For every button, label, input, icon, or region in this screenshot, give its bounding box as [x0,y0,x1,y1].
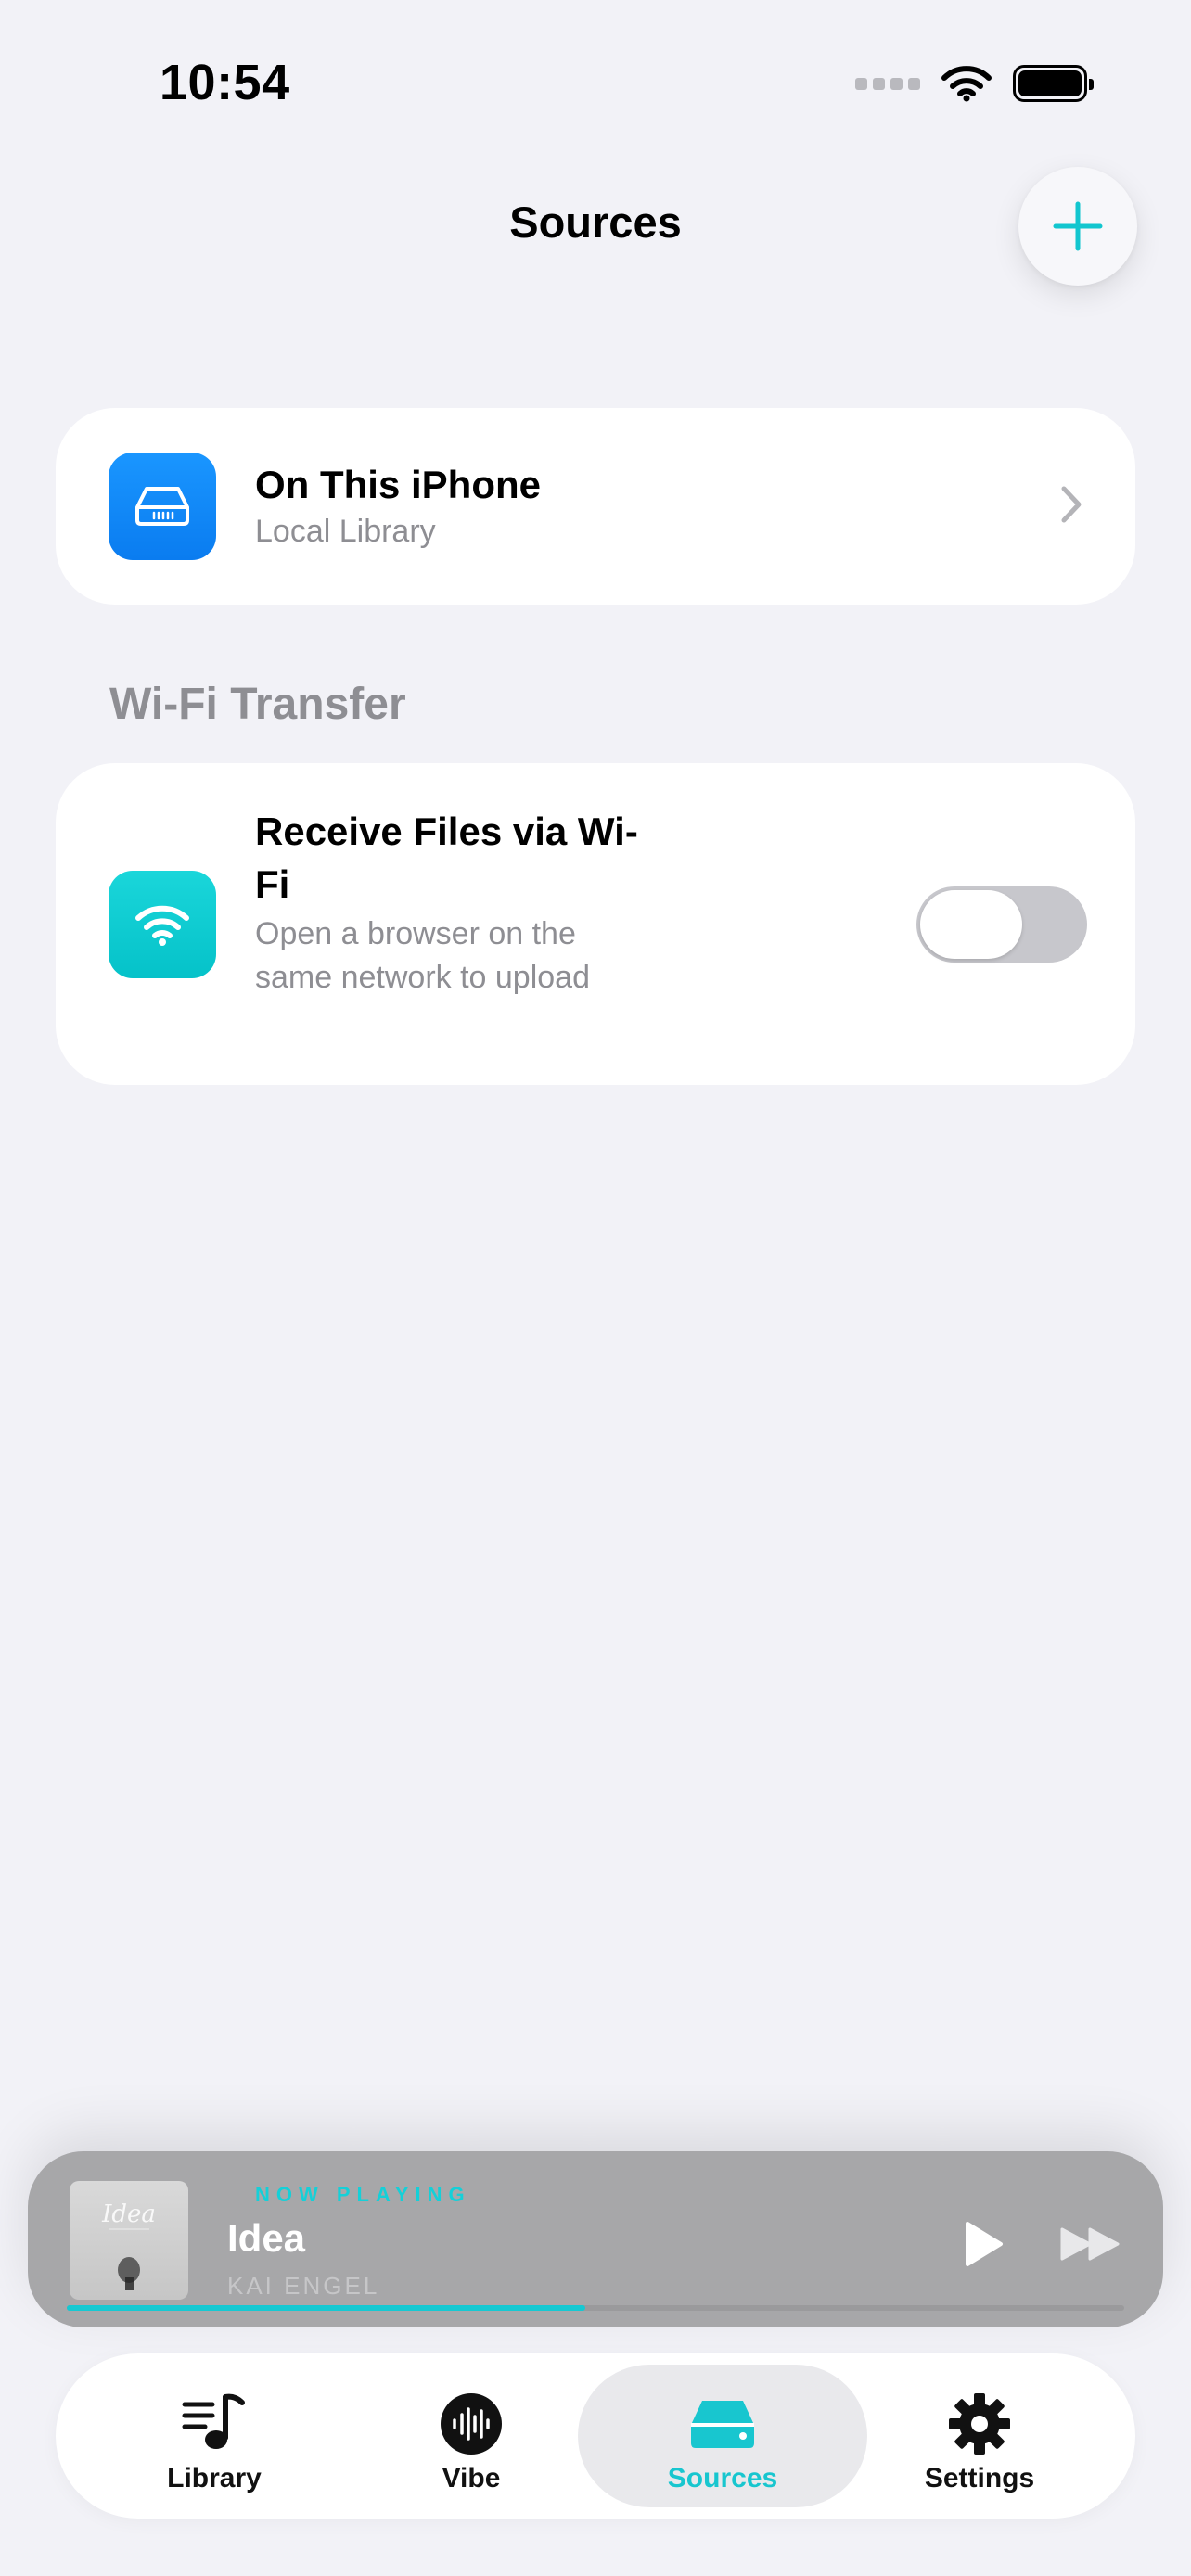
svg-text:Idea: Idea [101,2200,156,2228]
tab-settings-label: Settings [924,2463,1035,2493]
playback-progress-bar[interactable] [67,2305,1124,2311]
wifi-icon [135,905,189,946]
local-library-title: On This iPhone [255,463,542,506]
tab-bar: Library Vibe Sources Settings [56,2353,1135,2519]
status-icons [855,65,1094,102]
tab-sources-label: Sources [667,2463,778,2493]
plus-icon [1053,201,1103,251]
waveform-icon [441,2393,502,2455]
wifi-transfer-toggle[interactable] [916,886,1087,963]
play-icon [966,2222,1003,2266]
wifi-icon-tile [109,871,216,978]
skip-forward-button[interactable] [1054,2221,1128,2267]
status-time: 10:54 [160,55,290,110]
play-button[interactable] [955,2216,1011,2272]
tab-library-label: Library [167,2463,262,2493]
drive-icon [135,487,189,526]
local-library-row[interactable]: On This iPhone Local Library [56,408,1135,605]
playback-progress-fill [67,2305,585,2311]
local-library-icon-tile [109,453,216,560]
music-library-icon [182,2393,245,2449]
mini-player[interactable]: Idea NOW PLAYING Idea KAI ENGEL [28,2151,1163,2327]
tab-settings[interactable]: Settings [835,2365,1124,2507]
wifi-transfer-subtitle: Open a browser on the same network to up… [255,916,590,995]
drive-icon [691,2401,754,2448]
toggle-knob [920,890,1022,959]
page-title: Sources [509,198,682,247]
screen: 10:54 Sources On This iPhone Local Libra… [0,0,1191,2576]
local-library-subtitle: Local Library [255,514,436,549]
tab-vibe[interactable]: Vibe [327,2365,616,2507]
battery-icon [1013,65,1094,102]
wifi-status-icon [941,66,992,102]
tab-library[interactable]: Library [70,2365,359,2507]
fast-forward-icon [1060,2227,1120,2261]
add-source-button[interactable] [1018,167,1137,286]
wifi-transfer-row: Receive Files via Wi-Fi Open a browser o… [56,763,1135,1085]
track-artist: KAI ENGEL [227,2272,380,2300]
cellular-signal-icon [855,77,920,90]
artwork-image: Idea [101,2200,156,2290]
album-artwork: Idea [70,2181,188,2300]
tab-sources[interactable]: Sources [578,2365,867,2507]
tab-vibe-label: Vibe [442,2463,501,2493]
track-title: Idea [227,2216,306,2260]
wifi-transfer-title: Receive Files via Wi-Fi [255,810,638,906]
now-playing-label: NOW PLAYING [255,2183,471,2206]
gear-icon [949,2393,1010,2455]
chevron-right-icon [1061,486,1082,523]
section-header-wifi: Wi-Fi Transfer [109,680,406,729]
